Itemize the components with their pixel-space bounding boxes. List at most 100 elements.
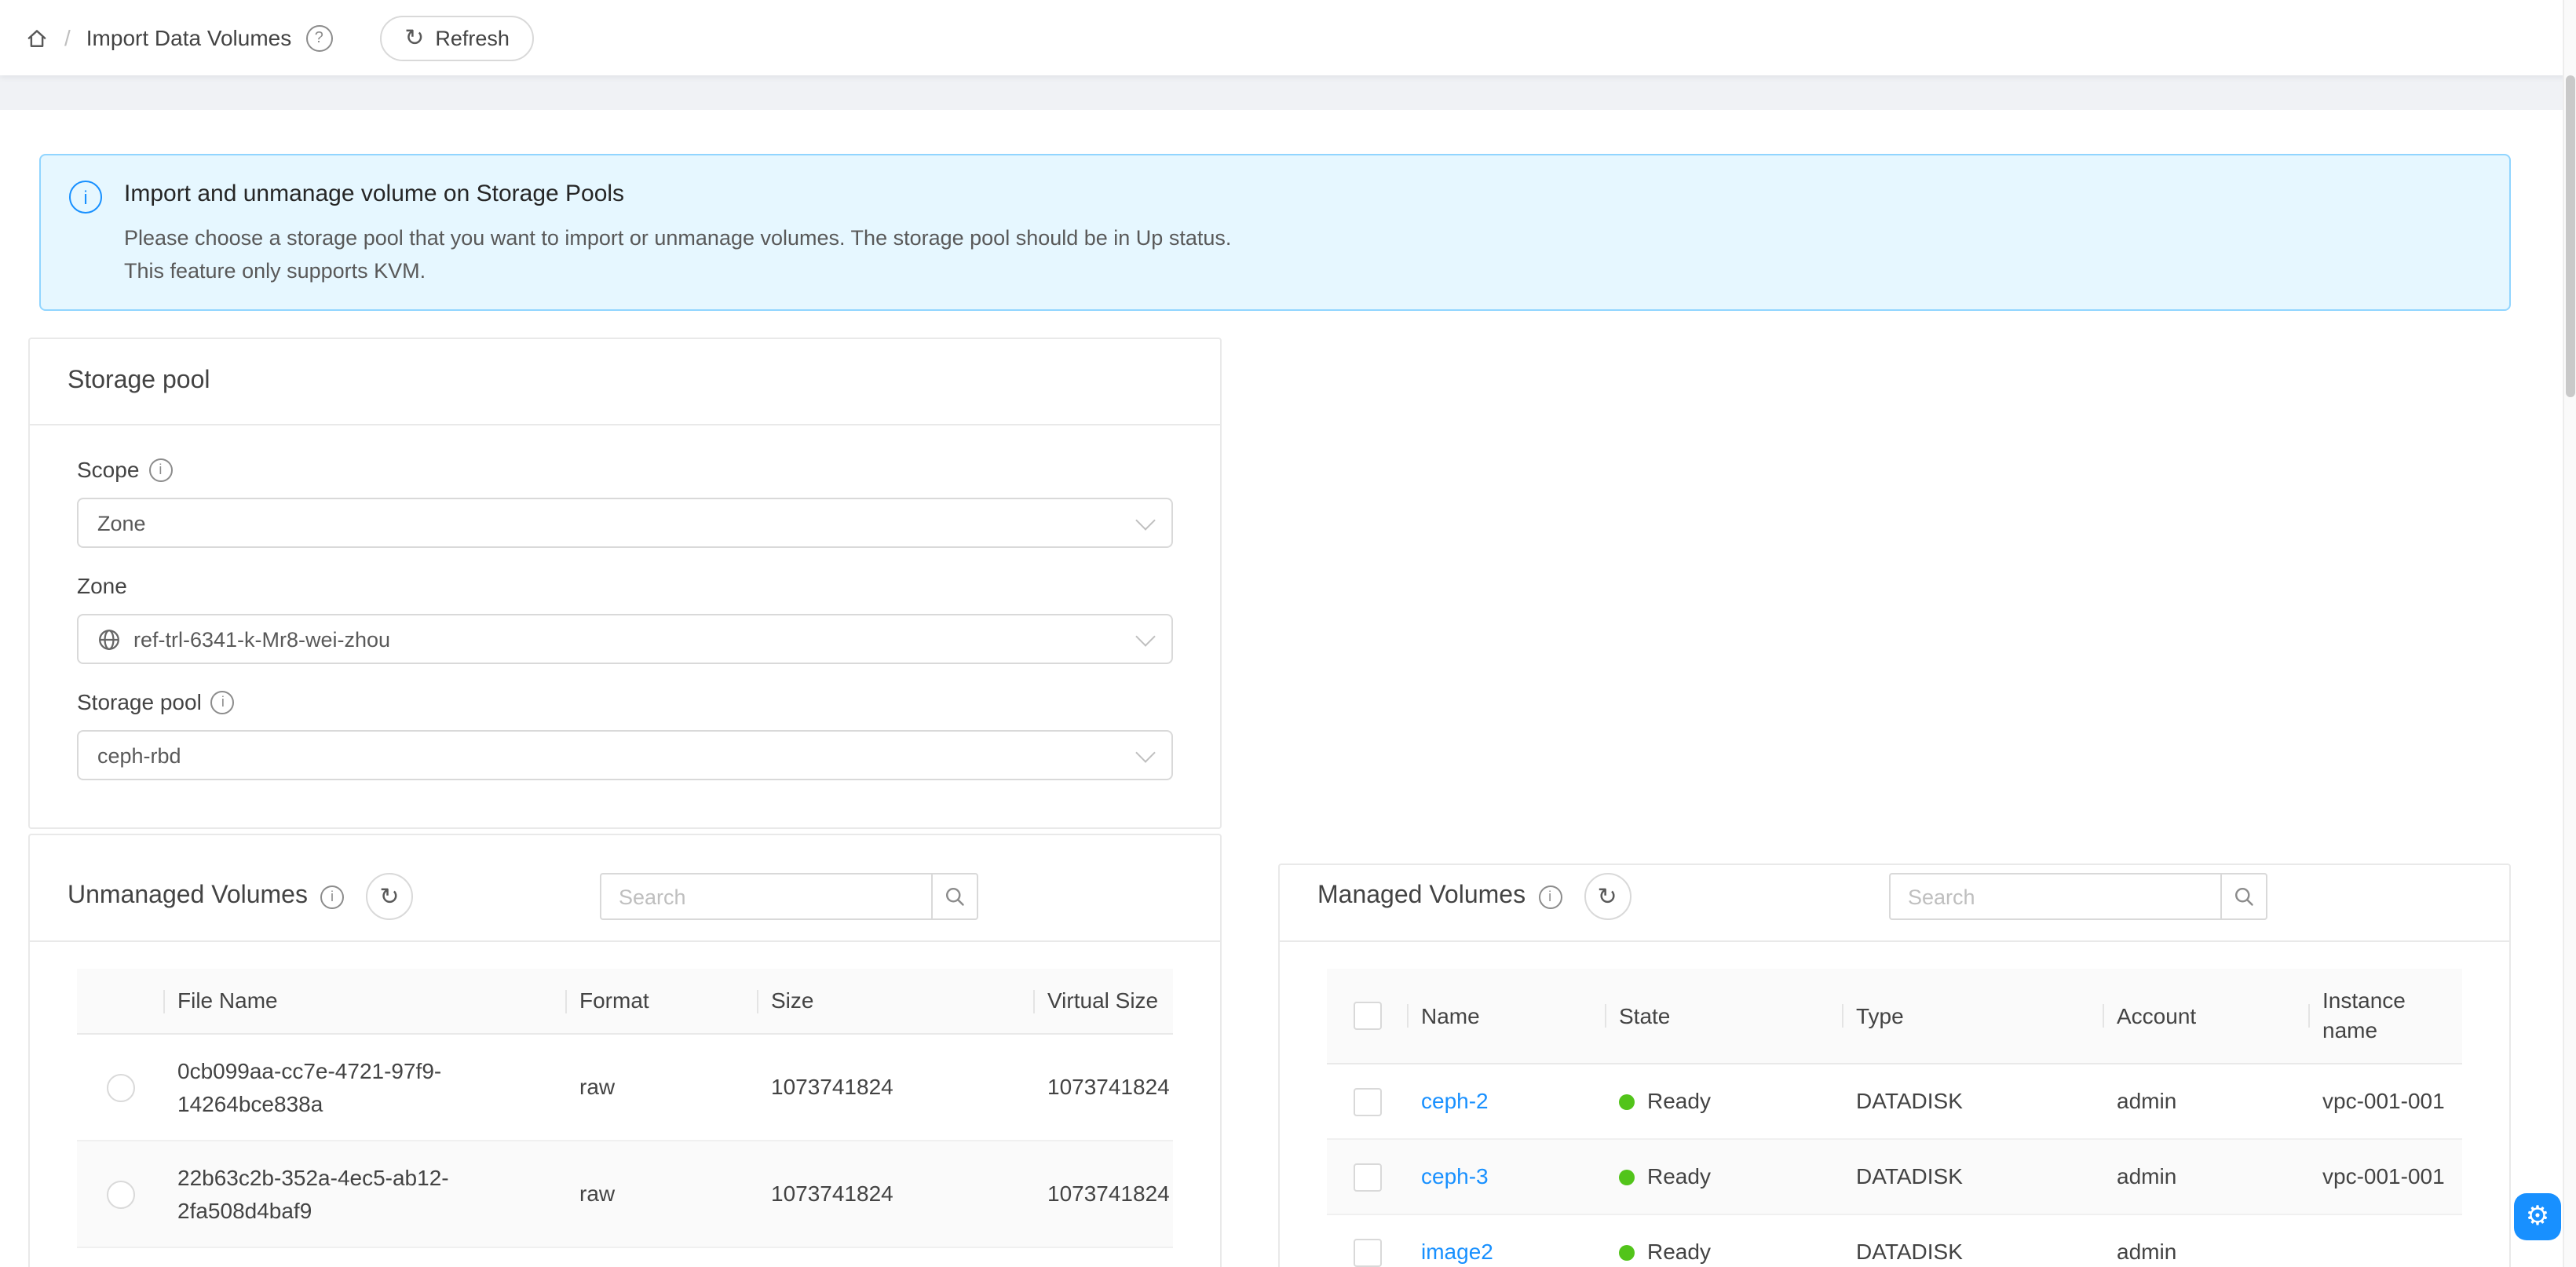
radio-cell [77,1073,165,1101]
page: / Import Data Volumes ? ↻ Refresh i Impo… [0,0,2576,1267]
column-header-format: Format [567,969,758,1033]
select-all-checkbox[interactable] [1354,1002,1382,1030]
selection-column-header [77,969,165,1033]
column-header-type: Type [1843,969,2104,1063]
unmanaged-panel-header: Unmanaged Volumes i ↻ [30,835,1220,942]
status-dot-ready [1619,1094,1635,1109]
unmanaged-panel-title: Unmanaged Volumes [68,882,308,911]
help-icon[interactable]: ? [305,24,332,51]
managed-refresh-button[interactable]: ↻ [1584,873,1631,920]
pool-info-icon[interactable]: i [211,690,235,714]
volumes-panels: Unmanaged Volumes i ↻ [28,829,2511,1267]
chevron-down-icon [1135,626,1155,645]
main-content: i Import and unmanage volume on Storage … [0,110,2564,1267]
gear-icon: ⚙ [2526,1201,2550,1232]
storage-pool-card: Storage pool Scope i Zone Zone [28,338,1222,829]
table-row: 22b63c2b-352a-4ec5-ab12-2fa508d4baf9 raw… [77,1141,1173,1248]
managed-search-button[interactable] [2220,873,2267,920]
state-label: Ready [1647,1236,1711,1267]
storage-pool-select[interactable]: ceph-rbd [77,730,1173,780]
header: / Import Data Volumes ? ↻ Refresh [0,0,2576,75]
managed-search-input[interactable] [1889,873,2220,920]
info-alert: i Import and unmanage volume on Storage … [39,154,2511,311]
storage-pool-form: Scope i Zone Zone [30,425,1220,827]
state-cell: Ready [1606,1085,1843,1118]
unmanaged-info-icon[interactable]: i [320,885,344,908]
type-cell: DATADISK [1843,1160,2104,1193]
pool-select-left: ceph-rbd [97,743,181,767]
chevron-down-icon [1135,509,1155,529]
scope-select[interactable]: Zone [77,498,1173,548]
table-row: ceph-3 Ready DATADISK admin vpc-001-001 [1327,1140,2462,1215]
vertical-scrollbar[interactable] [2563,0,2576,1267]
row-checkbox[interactable] [1354,1238,1382,1266]
managed-table: Name State Type Account Instance name ce… [1327,969,2462,1267]
reload-icon: ↻ [404,26,424,49]
checkbox-cell [1327,1087,1409,1115]
zone-select-left: ref-trl-6341-k-Mr8-wei-zhou [97,627,390,651]
status-dot-ready [1619,1169,1635,1185]
type-cell: DATADISK [1843,1236,2104,1267]
table-row: ceph-2 Ready DATADISK admin vpc-001-001 [1327,1064,2462,1140]
file-name-cell: 22b63c2b-352a-4ec5-ab12-2fa508d4baf9 [165,1161,567,1227]
table-row: image2 Ready DATADISK admin [1327,1215,2462,1267]
alert-line1: Please choose a storage pool that you wa… [124,221,1231,254]
zone-select[interactable]: ref-trl-6341-k-Mr8-wei-zhou [77,614,1173,664]
state-label: Ready [1647,1085,1711,1118]
row-checkbox[interactable] [1354,1087,1382,1115]
volume-name-link[interactable]: image2 [1409,1236,1606,1267]
row-radio[interactable] [107,1180,135,1208]
managed-search [1889,873,2267,920]
search-icon [2233,885,2255,907]
column-header-virtual-size: Virtual Size [1035,969,1173,1033]
unmanaged-table: File Name Format Size Virtual Size 0cb09… [77,969,1173,1267]
pool-field-label: Storage pool i [77,686,1173,717]
chevron-down-icon [1135,742,1155,761]
scope-select-value: Zone [97,511,146,535]
column-header-state: State [1606,969,1843,1063]
unmanaged-search-button[interactable] [931,873,978,920]
scope-field-label: Scope i [77,454,1173,485]
managed-info-icon[interactable]: i [1538,885,1562,908]
settings-fab-button[interactable]: ⚙ [2514,1193,2561,1240]
column-header-name: Name [1409,969,1606,1063]
unmanaged-search [600,873,978,920]
size-cell: 1073741824 [758,1178,1035,1210]
search-icon [944,885,966,907]
reload-icon: ↻ [379,885,399,908]
type-cell: DATADISK [1843,1085,2104,1118]
scrollbar-thumb[interactable] [2566,75,2575,397]
row-checkbox[interactable] [1354,1163,1382,1191]
selection-column-header [1327,969,1409,1063]
unmanaged-table-header: File Name Format Size Virtual Size [77,969,1173,1035]
scope-info-icon[interactable]: i [148,458,172,481]
row-radio[interactable] [107,1073,135,1101]
scope-select-left: Zone [97,511,146,535]
column-header-file-name: File Name [165,969,567,1033]
globe-icon [97,627,121,651]
pool-select-value: ceph-rbd [97,743,181,767]
virtual-size-cell: 1073741824 [1035,1071,1182,1104]
virtual-size-cell: 1073741824 [1035,1178,1182,1210]
unmanaged-search-input[interactable] [600,873,931,920]
breadcrumb-current: Import Data Volumes [86,25,291,50]
managed-table-header: Name State Type Account Instance name [1327,969,2462,1064]
alert-title: Import and unmanage volume on Storage Po… [124,177,1231,212]
volume-name-link[interactable]: ceph-3 [1409,1160,1606,1193]
column-header-instance-name: Instance name [2310,969,2462,1063]
alert-line2: This feature only supports KVM. [124,254,1231,287]
managed-volumes-panel: Managed Volumes i ↻ [1278,864,2511,1267]
scope-label-text: Scope [77,457,139,482]
alert-body: Import and unmanage volume on Storage Po… [124,177,1231,287]
instance-name-cell: vpc-001-001 [2310,1160,2462,1193]
info-circle-icon: i [69,181,102,214]
unmanaged-volumes-panel: Unmanaged Volumes i ↻ [28,834,1222,1267]
volume-name-link[interactable]: ceph-2 [1409,1085,1606,1118]
home-icon[interactable] [25,26,49,49]
checkbox-cell [1327,1163,1409,1191]
state-label: Ready [1647,1160,1711,1193]
unmanaged-refresh-button[interactable]: ↻ [366,873,413,920]
format-cell: raw [567,1178,758,1210]
format-cell: raw [567,1071,758,1104]
refresh-button[interactable]: ↻ Refresh [379,15,535,60]
